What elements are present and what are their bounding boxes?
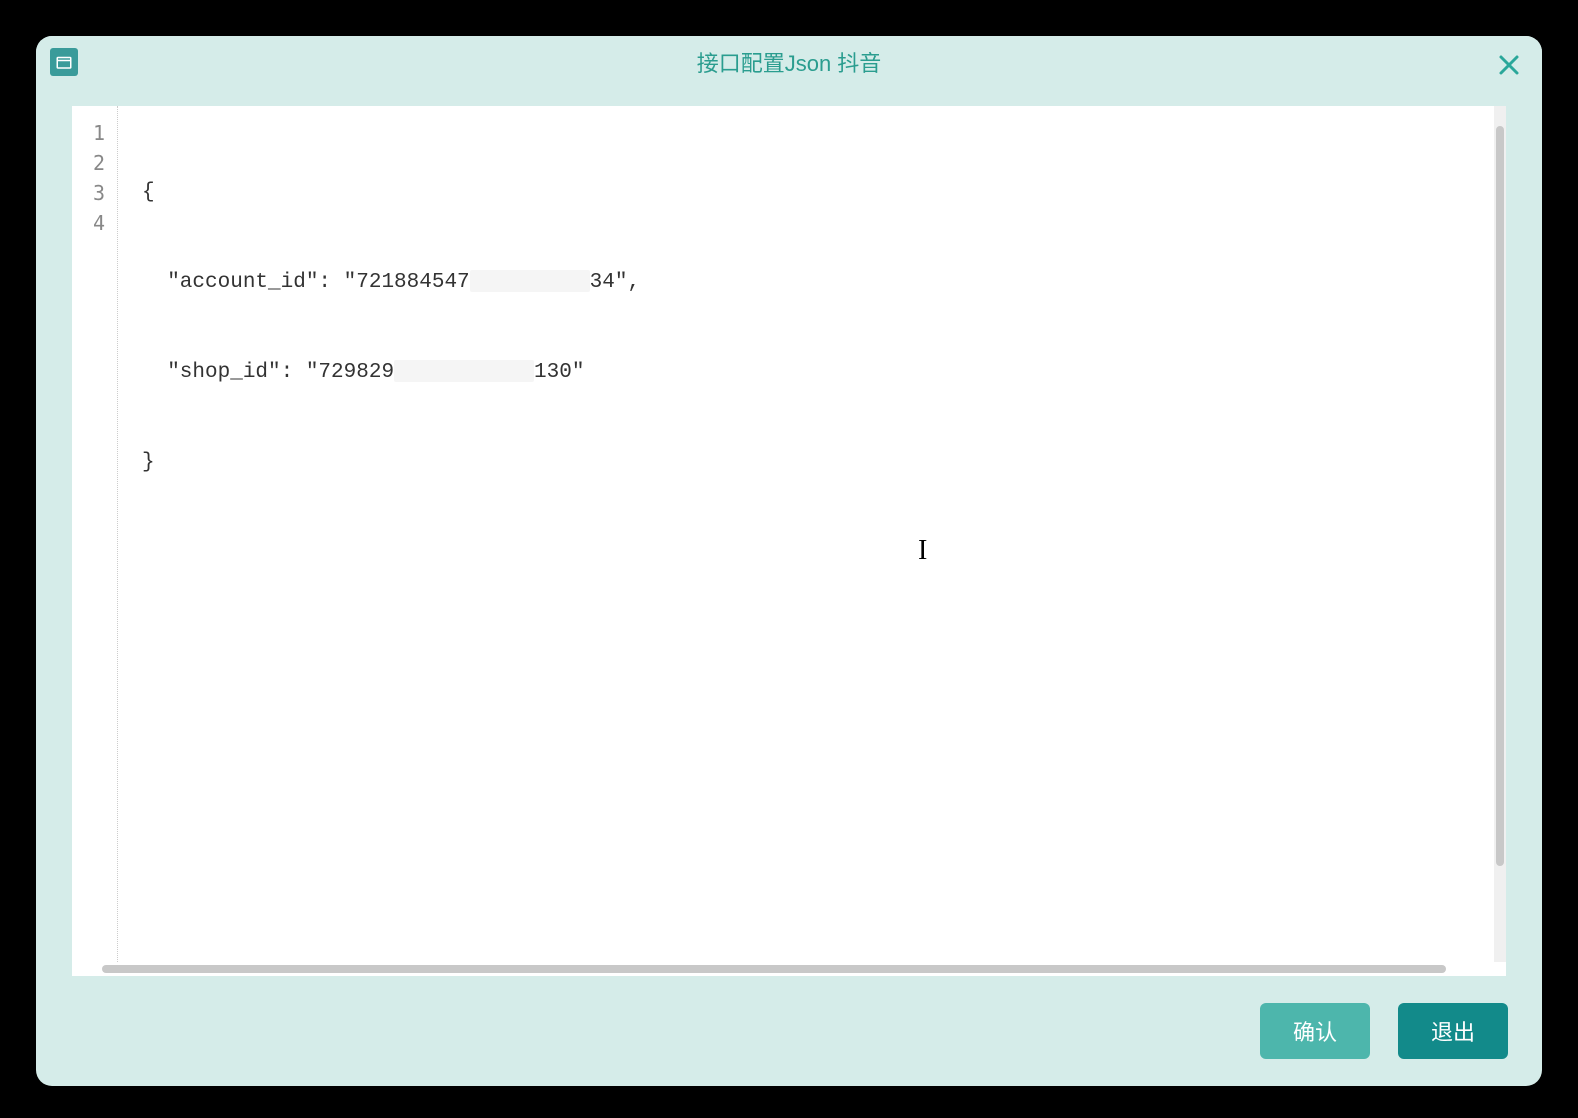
dialog-window: 接口配置Json 抖音 1 2 3 4 { "account_id": "721… xyxy=(36,36,1542,1086)
scrollbar-thumb[interactable] xyxy=(102,965,1446,973)
redacted-segment xyxy=(394,360,534,382)
code-line: "account_id": "72188454734", xyxy=(142,268,1494,298)
scrollbar-thumb[interactable] xyxy=(1496,126,1504,866)
horizontal-scrollbar[interactable] xyxy=(72,962,1506,976)
app-icon xyxy=(50,48,78,76)
dialog-footer: 确认 退出 xyxy=(36,976,1542,1086)
code-area[interactable]: { "account_id": "72188454734", "shop_id"… xyxy=(118,106,1494,962)
line-gutter: 1 2 3 4 xyxy=(72,106,118,962)
exit-button[interactable]: 退出 xyxy=(1398,1003,1508,1059)
dialog-title: 接口配置Json 抖音 xyxy=(697,46,882,78)
code-editor[interactable]: 1 2 3 4 { "account_id": "72188454734", "… xyxy=(72,106,1506,962)
close-icon xyxy=(1497,53,1521,77)
line-number: 2 xyxy=(72,148,117,178)
text-cursor-icon: I xyxy=(918,536,927,566)
code-line: { xyxy=(142,178,1494,208)
code-line: } xyxy=(142,448,1494,478)
confirm-button[interactable]: 确认 xyxy=(1260,1003,1370,1059)
line-number: 4 xyxy=(72,208,117,238)
code-line: "shop_id": "729829130" xyxy=(142,358,1494,388)
vertical-scrollbar[interactable] xyxy=(1494,106,1506,962)
titlebar: 接口配置Json 抖音 xyxy=(36,36,1542,88)
line-number: 1 xyxy=(72,118,117,148)
close-button[interactable] xyxy=(1494,50,1524,80)
redacted-segment xyxy=(470,270,590,292)
line-number: 3 xyxy=(72,178,117,208)
